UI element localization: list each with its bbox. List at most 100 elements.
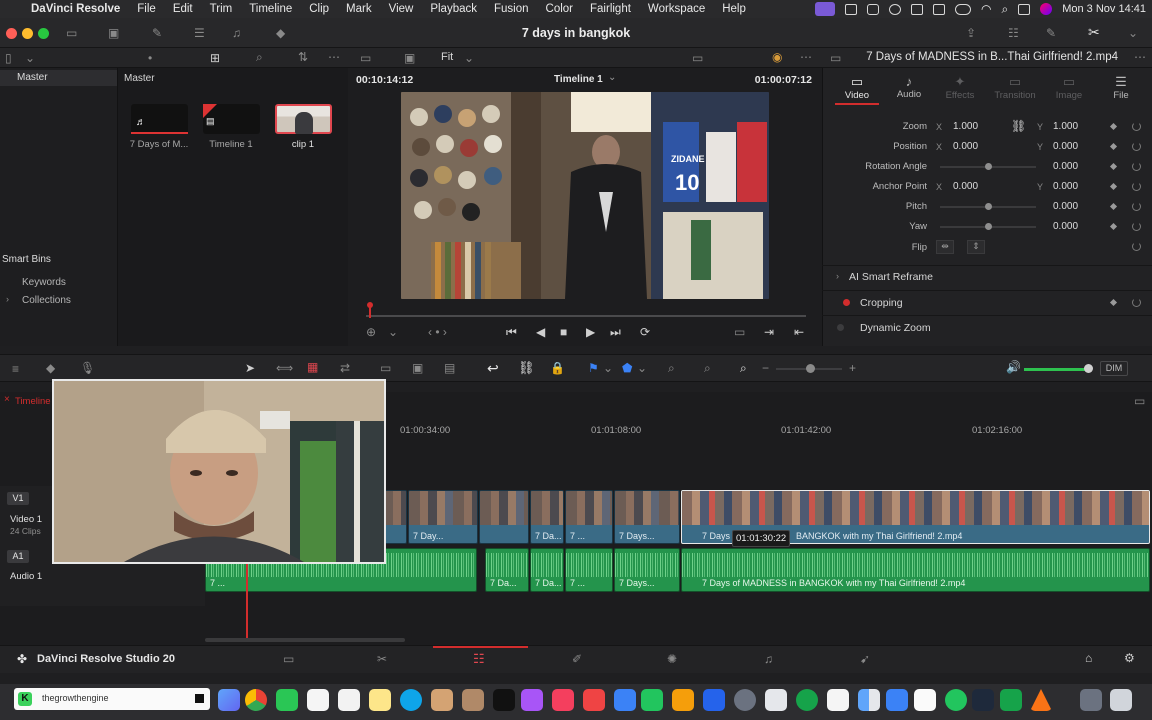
- chevron-right-icon[interactable]: ›: [6, 294, 9, 304]
- clip-thumbnail-video-selected[interactable]: [275, 104, 332, 134]
- selection-tool-icon[interactable]: ➤: [245, 361, 255, 375]
- stickies-icon[interactable]: [369, 689, 391, 711]
- keynote-icon[interactable]: [614, 689, 636, 711]
- mixer-icon[interactable]: ☷: [1008, 26, 1019, 40]
- finder-icon[interactable]: [431, 689, 453, 711]
- deliver-page-icon[interactable]: ➹: [860, 652, 870, 666]
- clip-thumbnail-audio[interactable]: ♬: [131, 104, 188, 134]
- menu-color[interactable]: Color: [537, 3, 581, 15]
- reset-icon[interactable]: [1132, 202, 1141, 211]
- whatsapp-icon[interactable]: [945, 689, 967, 711]
- pitch-slider-handle[interactable]: [985, 203, 992, 210]
- flip-vertical-button[interactable]: ⇕: [967, 240, 985, 254]
- chevron-down-icon[interactable]: ⌄: [1128, 26, 1138, 40]
- siri-icon[interactable]: [1040, 3, 1053, 15]
- track-height-icon[interactable]: ◆: [46, 361, 55, 375]
- menu-view[interactable]: View: [380, 3, 422, 15]
- menu-fusion[interactable]: Fusion: [486, 3, 538, 15]
- chevron-down-icon[interactable]: ⌄: [637, 361, 647, 375]
- notes-icon[interactable]: [338, 689, 360, 711]
- chevron-down-icon[interactable]: ⌄: [388, 325, 398, 339]
- notion-dock-icon[interactable]: [914, 689, 936, 711]
- master-volume-handle[interactable]: [1084, 364, 1093, 373]
- menu-mark[interactable]: Mark: [338, 3, 381, 15]
- more-icon[interactable]: ⋯: [328, 50, 340, 64]
- smart-bins-header[interactable]: Smart Bins: [2, 254, 51, 265]
- zoom-full-icon[interactable]: ⌕: [668, 361, 675, 376]
- track-v1-name[interactable]: Video 1: [10, 514, 42, 525]
- blade-tool-icon[interactable]: ▦: [307, 360, 318, 374]
- menu-app-name[interactable]: DaVinci Resolve: [23, 3, 129, 15]
- resolve-dock-icon[interactable]: [796, 689, 818, 711]
- link-icon[interactable]: ⛓: [1011, 119, 1026, 133]
- loop-icon[interactable]: ⟳: [640, 325, 650, 339]
- ai-smart-reframe-section[interactable]: › AI Smart Reframe: [822, 265, 1152, 289]
- webcam-overlay[interactable]: [52, 379, 386, 564]
- yaw-field[interactable]: 0.000: [1053, 221, 1078, 232]
- marker-icon[interactable]: ⬟: [622, 361, 632, 375]
- clip-options-icon[interactable]: ⊕: [366, 325, 376, 339]
- replace-clip-icon[interactable]: ▤: [444, 361, 455, 375]
- viewer-zoom-select[interactable]: Fit: [441, 51, 453, 63]
- skip-to-end-icon[interactable]: ⏭: [610, 325, 621, 340]
- color-page-icon[interactable]: ✺: [667, 652, 677, 666]
- video-preview[interactable]: ZIDANE 10: [401, 92, 769, 299]
- more-icon[interactable]: ⋯: [1134, 50, 1146, 64]
- dynamic-trim-icon[interactable]: ⇄: [340, 361, 350, 375]
- audio-clip[interactable]: 7 Days...: [614, 548, 680, 592]
- video-clip[interactable]: 7 Da...: [530, 490, 564, 544]
- zoom-out-icon[interactable]: −: [762, 361, 769, 375]
- inspector-tab-effects[interactable]: ✦ Effects: [935, 74, 985, 101]
- export-icon[interactable]: ⇪: [966, 26, 976, 40]
- screen-share-icon[interactable]: [815, 2, 835, 16]
- dual-viewer-icon[interactable]: ▣: [404, 51, 415, 65]
- grid-view-icon[interactable]: ⊞: [210, 51, 220, 65]
- inspector-icon[interactable]: ✂: [1088, 24, 1100, 41]
- dim-button[interactable]: DIM: [1100, 361, 1128, 376]
- menu-playback[interactable]: Playback: [422, 3, 486, 15]
- reset-icon[interactable]: [1132, 242, 1141, 251]
- inspector-tab-image[interactable]: ▭ Image: [1044, 74, 1094, 101]
- stop-square-icon[interactable]: [195, 694, 204, 703]
- zoom-custom-icon[interactable]: ⌕: [740, 361, 747, 376]
- yaw-slider-handle[interactable]: [985, 223, 992, 230]
- timeline-view-icon[interactable]: ≡: [12, 362, 19, 376]
- close-icon[interactable]: ×: [4, 394, 10, 405]
- app-k-icon[interactable]: K: [18, 692, 32, 706]
- safari-icon[interactable]: [400, 689, 422, 711]
- reset-icon[interactable]: [1132, 162, 1141, 171]
- stop-icon[interactable]: ■: [560, 325, 567, 339]
- menu-workspace[interactable]: Workspace: [639, 3, 713, 15]
- audio-clip[interactable]: 7 Da...: [485, 548, 529, 592]
- snapping-icon[interactable]: ↩: [487, 360, 499, 377]
- skip-to-start-icon[interactable]: ⏮: [506, 325, 517, 340]
- menu-fairlight[interactable]: Fairlight: [582, 3, 640, 15]
- home-icon[interactable]: ⌂: [1085, 651, 1092, 665]
- insert-clip-icon[interactable]: ▭: [380, 361, 391, 375]
- chevron-down-icon[interactable]: ⌄: [603, 361, 613, 375]
- viewer-scrubber[interactable]: [366, 315, 806, 317]
- record-timecode[interactable]: 01:00:07:12: [755, 74, 812, 86]
- menu-help[interactable]: Help: [714, 3, 755, 15]
- audio-clip[interactable]: 7 Da...: [530, 548, 564, 592]
- timeline-playhead[interactable]: [246, 560, 248, 638]
- fusion-page-icon[interactable]: ✐: [572, 652, 582, 666]
- toggle-icon[interactable]: [955, 3, 971, 15]
- enable-dot-icon[interactable]: [843, 299, 850, 306]
- timeline-tab[interactable]: × Timeline: [0, 394, 56, 408]
- pitch-field[interactable]: 0.000: [1053, 201, 1078, 212]
- enable-dot-icon[interactable]: [837, 324, 844, 331]
- timeline-options-icon[interactable]: ▭: [1134, 394, 1145, 408]
- layout-icon[interactable]: ▭: [360, 51, 371, 65]
- flip-horizontal-button[interactable]: ⇹: [936, 240, 954, 254]
- menu-file[interactable]: File: [129, 3, 165, 15]
- media-page-icon[interactable]: ▭: [283, 652, 294, 666]
- cropping-section[interactable]: Cropping: [822, 290, 1152, 314]
- search-icon[interactable]: ⌕: [1001, 2, 1008, 17]
- chevron-down-icon[interactable]: ⌄: [608, 72, 616, 83]
- notion-icon[interactable]: [867, 3, 879, 15]
- audio-clip-main[interactable]: 7 Days of MADNESS in BANGKOK with my Tha…: [681, 548, 1150, 592]
- game-controller-icon[interactable]: [911, 3, 923, 15]
- video-clip[interactable]: [479, 490, 529, 544]
- capcut-icon[interactable]: [827, 689, 849, 711]
